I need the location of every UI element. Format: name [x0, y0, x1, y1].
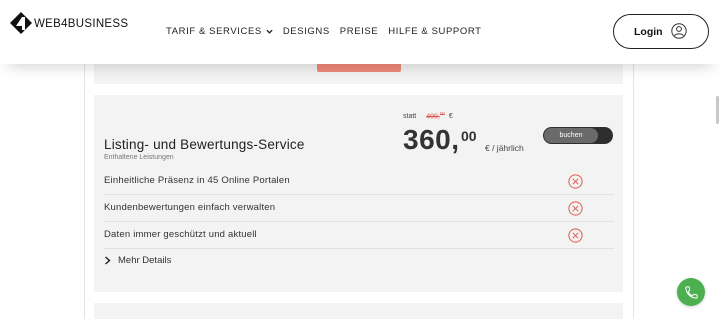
- feature-row: Einheitliche Präsenz in 45 Online Portal…: [104, 168, 614, 195]
- book-label: buchen: [544, 128, 598, 143]
- x-circle-icon: [568, 174, 583, 189]
- nav-item-label: DESIGNS: [282, 26, 330, 37]
- more-details-toggle[interactable]: Mehr Details: [104, 255, 171, 266]
- book-toggle-button[interactable]: buchen: [543, 127, 613, 144]
- feature-label: Daten immer geschützt und aktuell: [104, 229, 257, 240]
- phone-icon: [684, 285, 698, 299]
- old-price-currency: €: [448, 113, 453, 121]
- chevron-right-icon: [105, 256, 111, 265]
- scrollbar[interactable]: [716, 96, 719, 124]
- product-subtitle: Enthaltene Leistungen: [104, 154, 174, 161]
- user-icon: [671, 23, 687, 39]
- nav-item-label: HILFE & SUPPORT: [388, 26, 482, 37]
- feature-row: Daten immer geschützt und aktuell: [104, 222, 614, 249]
- logo-mark-icon: [10, 12, 32, 34]
- site-header: WEB4BUSINESS TARIF & SERVICES DESIGNS PR…: [0, 0, 720, 64]
- product-title: Listing- und Bewertungs-Service: [104, 137, 305, 152]
- old-price-value: 499,00: [426, 111, 445, 120]
- old-price-cents: 00: [439, 111, 445, 116]
- nav-item-designs[interactable]: DESIGNS: [283, 26, 330, 37]
- feature-row: Kundenbewertungen einfach verwalten: [104, 195, 614, 222]
- feature-label: Einheitliche Präsenz in 45 Online Portal…: [104, 175, 290, 186]
- main-nav: TARIF & SERVICES DESIGNS PREISE HILFE & …: [166, 26, 492, 37]
- chevron-down-icon: [266, 29, 273, 34]
- price-unit: € / jährlich: [485, 143, 524, 153]
- feature-label: Kundenbewertungen einfach verwalten: [104, 202, 276, 213]
- nav-item-label: TARIF & SERVICES: [166, 26, 262, 37]
- nav-item-hilfe-support[interactable]: HILFE & SUPPORT: [388, 26, 481, 37]
- nav-item-preise[interactable]: PREISE: [340, 26, 378, 37]
- x-circle-icon: [568, 228, 583, 243]
- nav-item-label: PREISE: [339, 26, 379, 37]
- old-price: statt 499,00 €: [403, 111, 453, 120]
- login-label: Login: [634, 25, 663, 38]
- next-card: [94, 303, 623, 319]
- old-price-amount: 499,: [426, 113, 440, 121]
- nav-item-tarif-services[interactable]: TARIF & SERVICES: [166, 26, 273, 37]
- price-main: 360,: [403, 124, 460, 155]
- phone-call-button[interactable]: [677, 278, 705, 306]
- x-circle-icon: [568, 201, 583, 216]
- login-button[interactable]: Login: [613, 14, 709, 49]
- price-cents: 00: [461, 128, 477, 144]
- more-details-label: Mehr Details: [118, 255, 172, 266]
- statt-label: statt: [403, 113, 417, 121]
- logo-text: WEB4BUSINESS: [34, 18, 129, 30]
- logo[interactable]: WEB4BUSINESS: [9, 11, 128, 35]
